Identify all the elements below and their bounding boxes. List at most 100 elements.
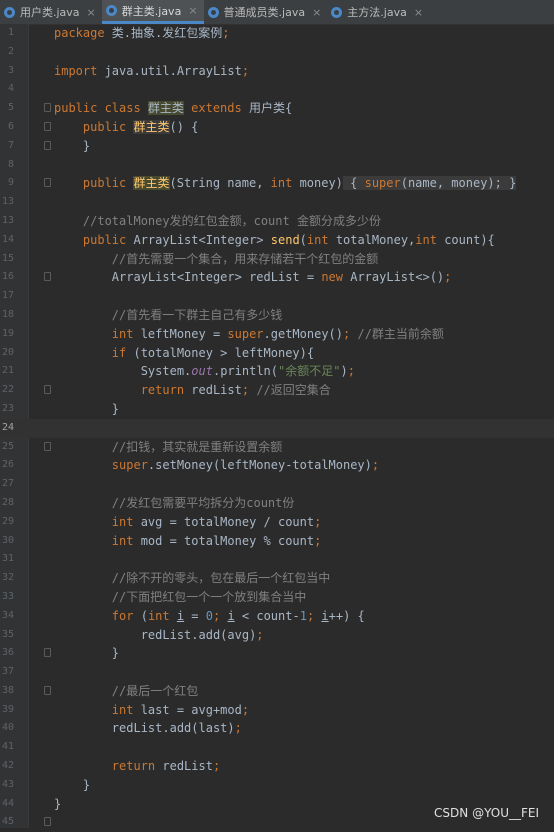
- tab-label: 主方法.java: [347, 6, 407, 19]
- code-line[interactable]: 2: [0, 43, 554, 62]
- code-token: ;: [234, 721, 242, 736]
- java-class-icon: [4, 6, 15, 18]
- code-editor[interactable]: 1 package 类.抽象.发红包案例; 2 3 import java.util.A…: [0, 24, 554, 832]
- code-line[interactable]: 41: [0, 738, 554, 757]
- code-line[interactable]: 5 public class 群主类 extends 用户类{: [0, 99, 554, 118]
- fold-marker-icon[interactable]: [44, 441, 51, 451]
- code-line[interactable]: 1 package 类.抽象.发红包案例;: [0, 24, 554, 43]
- code-line[interactable]: 36 }: [0, 644, 554, 663]
- line-number: 25: [1, 440, 14, 452]
- code-token: int: [147, 608, 177, 623]
- code-token: }: [509, 176, 517, 191]
- code-text: redList.add(avg);: [54, 626, 264, 645]
- fold-marker-icon[interactable]: [44, 648, 51, 658]
- code-token: ;: [444, 270, 452, 285]
- code-line[interactable]: 29 int avg = totalMoney / count;: [0, 513, 554, 532]
- code-token: //totalMoney发的红包金额，count 金额分成多少份: [54, 213, 381, 228]
- code-line[interactable]: 17: [0, 287, 554, 306]
- code-token: redList.add(avg): [54, 627, 257, 642]
- code-line[interactable]: 39 int last = avg+mod;: [0, 701, 554, 720]
- code-line[interactable]: 8: [0, 156, 554, 175]
- code-line[interactable]: 35 redList.add(avg);: [0, 626, 554, 645]
- code-token: 0: [205, 608, 213, 623]
- code-token: ;: [241, 63, 250, 78]
- editor-tab[interactable]: 用户类.java ×: [0, 0, 102, 24]
- code-text: }: [54, 400, 119, 419]
- code-line[interactable]: 6 public 群主类() {: [0, 118, 554, 137]
- code-token: for: [54, 608, 141, 623]
- code-token: (: [299, 232, 307, 247]
- close-icon[interactable]: ×: [188, 4, 197, 17]
- code-line[interactable]: 26 super.setMoney(leftMoney-totalMoney);: [0, 456, 554, 475]
- code-line[interactable]: 42 return redList;: [0, 757, 554, 776]
- code-line[interactable]: 4: [0, 80, 554, 99]
- code-text: //最后一个红包: [54, 682, 198, 701]
- code-line[interactable]: 25 //扣钱，其实就是重新设置余额: [0, 438, 554, 457]
- code-text: import java.util.ArrayList;: [54, 62, 249, 81]
- line-number: 43: [1, 778, 14, 790]
- code-token: () {: [169, 119, 199, 134]
- fold-marker-icon[interactable]: [44, 103, 51, 113]
- line-number: 38: [1, 684, 14, 696]
- java-class-icon: [105, 5, 117, 16]
- code-token: //首先需要一个集合，用来存储若干个红包的金额: [54, 251, 379, 266]
- code-line[interactable]: 21 System.out.println("余额不足");: [0, 362, 554, 381]
- code-line[interactable]: 13 //totalMoney发的红包金额，count 金额分成多少份: [0, 212, 554, 231]
- code-token: 群主类: [133, 176, 170, 191]
- code-token: ArrayList<>(): [350, 270, 445, 285]
- code-token: //返回空集合: [256, 383, 331, 398]
- code-line[interactable]: 20 if (totalMoney > leftMoney){: [0, 344, 554, 363]
- code-line[interactable]: 37: [0, 663, 554, 682]
- code-line[interactable]: 3 import java.util.ArrayList;: [0, 62, 554, 81]
- code-line[interactable]: 18 //首先看一下群主自己有多少钱: [0, 306, 554, 325]
- code-token: }: [54, 777, 91, 792]
- line-number: 26: [1, 459, 14, 471]
- code-token: .println(: [212, 364, 278, 379]
- fold-marker-icon[interactable]: [44, 685, 51, 695]
- code-line[interactable]: 30 int mod = totalMoney % count;: [0, 532, 554, 551]
- code-line[interactable]: 40 redList.add(last);: [0, 719, 554, 738]
- code-text: }: [54, 137, 90, 156]
- close-icon[interactable]: ×: [312, 6, 321, 19]
- code-token: int: [415, 232, 445, 247]
- fold-marker-icon[interactable]: [44, 140, 51, 150]
- code-token: redList.add(last): [54, 721, 235, 736]
- fold-marker-icon[interactable]: [44, 178, 51, 188]
- editor-tab[interactable]: 普通成员类.java ×: [204, 0, 328, 24]
- code-text: return redList;: [54, 757, 220, 776]
- fold-marker-icon[interactable]: [44, 385, 51, 395]
- code-line[interactable]: 32 //除不开的零头，包在最后一个红包当中: [0, 569, 554, 588]
- code-line[interactable]: 16 ArrayList<Integer> redList = new Arra…: [0, 268, 554, 287]
- code-token: {: [342, 176, 365, 191]
- code-line[interactable]: 43 }: [0, 776, 554, 795]
- code-line[interactable]: 31: [0, 550, 554, 569]
- fold-marker-icon[interactable]: [44, 817, 51, 827]
- code-line[interactable]: 7 }: [0, 137, 554, 156]
- code-line[interactable]: 13: [0, 193, 554, 212]
- code-line[interactable]: 23 }: [0, 400, 554, 419]
- code-line[interactable]: 15 //首先需要一个集合，用来存储若干个红包的金额: [0, 250, 554, 269]
- code-line[interactable]: 22 return redList; //返回空集合: [0, 381, 554, 400]
- code-token: ;: [256, 627, 264, 642]
- close-icon[interactable]: ×: [87, 6, 96, 19]
- close-icon[interactable]: ×: [414, 6, 423, 19]
- code-token: //首先看一下群主自己有多少钱: [54, 307, 283, 322]
- editor-tab[interactable]: 主方法.java ×: [327, 0, 429, 24]
- code-line[interactable]: 14 public ArrayList<Integer> send(int to…: [0, 231, 554, 250]
- code-line[interactable]: 24: [0, 418, 554, 438]
- code-token: int: [270, 176, 300, 191]
- code-token: super: [54, 458, 148, 473]
- code-line[interactable]: 33 //下面把红包一个一个放到集合当中: [0, 588, 554, 607]
- editor-tab[interactable]: 群主类.java ×: [101, 0, 204, 24]
- code-line[interactable]: 28 //发红包需要平均拆分为count份: [0, 494, 554, 513]
- code-token: i: [176, 608, 185, 623]
- code-line[interactable]: 19 int leftMoney = super.getMoney(); //群…: [0, 325, 554, 344]
- code-line[interactable]: 9 public 群主类(String name, int money) { s…: [0, 174, 554, 193]
- fold-marker-icon[interactable]: [44, 272, 51, 282]
- code-line[interactable]: 27: [0, 475, 554, 494]
- code-line[interactable]: 38 //最后一个红包: [0, 682, 554, 701]
- code-line[interactable]: 34 for (int i = 0; i < count-1; i++) {: [0, 607, 554, 626]
- fold-marker-icon[interactable]: [44, 121, 51, 131]
- code-token: public class: [54, 101, 148, 116]
- code-token: out: [191, 364, 213, 379]
